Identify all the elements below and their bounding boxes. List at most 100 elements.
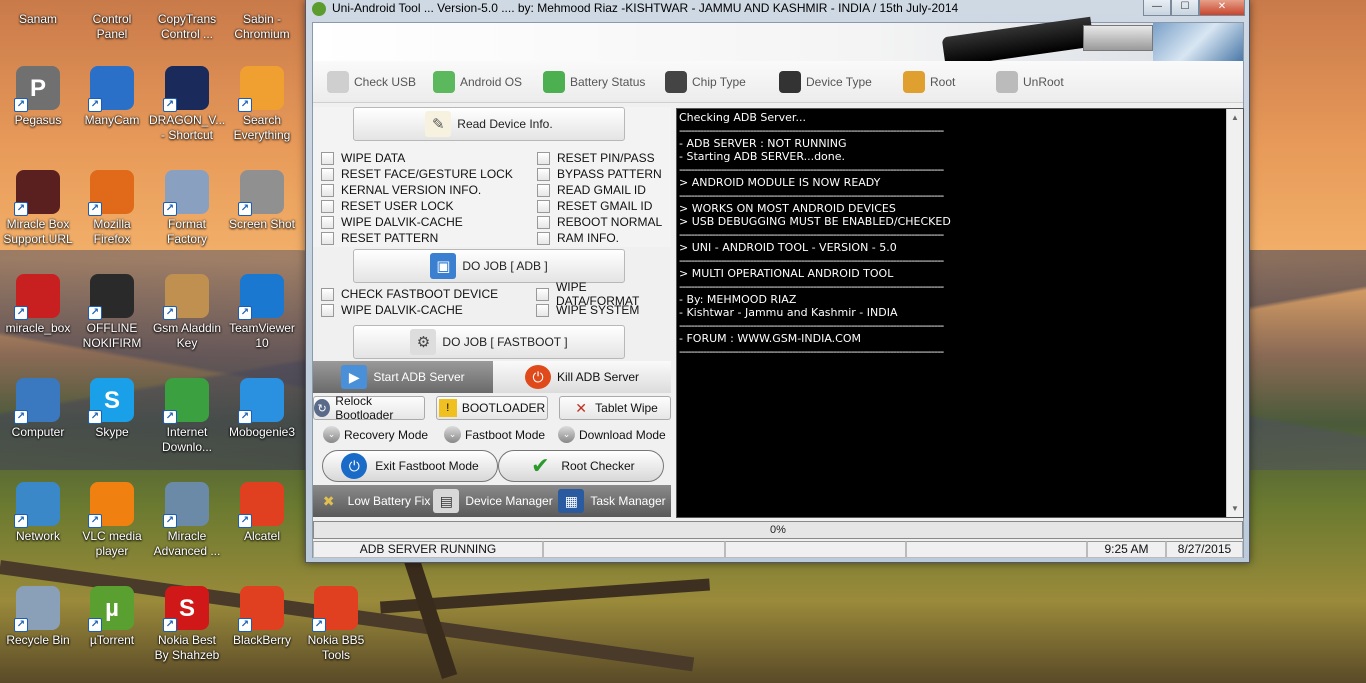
fastboot-mode-button[interactable]: ⌄ Fastboot Mode [444,426,545,443]
task-manager-button[interactable]: ▦ Task Manager [553,485,671,517]
desktop-icon-gsm-aladdin-key[interactable]: ↗ Gsm Aladdin Key [149,274,225,351]
checkbox[interactable] [537,215,550,229]
root-checker-button[interactable]: ✔ Root Checker [498,450,664,482]
checkbox[interactable] [321,287,334,301]
title-bar[interactable]: Uni-Android Tool ... Version-5.0 .... by… [306,0,1249,20]
checkbox[interactable] [321,183,334,197]
desktop-icon-mozilla-firefox[interactable]: ↗ Mozilla Firefox [74,170,150,247]
checkbox[interactable] [321,199,334,213]
start-adb-server-button[interactable]: ▶ Start ADB Server [313,361,493,393]
option-read-gmail-id[interactable]: READ GMAIL ID [537,182,646,198]
desktop-icon-teamviewer-10[interactable]: ↗ TeamViewer 10 [224,274,300,351]
option-reboot-normal[interactable]: REBOOT NORMAL [537,214,662,230]
option-reset-face-gesture-lock[interactable]: RESET FACE/GESTURE LOCK [321,166,513,182]
scroll-up-icon[interactable]: ▲ [1227,109,1243,126]
option-wipe-data-format[interactable]: WIPE DATA/FORMAT [536,280,673,308]
usb-plug-image [1083,25,1153,51]
option-wipe-data[interactable]: WIPE DATA [321,150,405,166]
checkbox[interactable] [321,151,334,165]
desktop-icon-manycam[interactable]: ↗ ManyCam [74,66,150,128]
checkbox[interactable] [536,287,549,301]
desktop-icon-sanam[interactable]: Sanam [0,0,76,27]
desktop-icon-network[interactable]: ↗ Network [0,482,76,544]
do-job-fastboot-button[interactable]: ⚙ DO JOB [ FASTBOOT ] [353,325,625,359]
option-reset-gmail-id[interactable]: RESET GMAIL ID [537,198,652,214]
toolbar-device-type-button[interactable]: Device Type [779,67,872,97]
tablet-wipe-button[interactable]: ✕ Tablet Wipe [559,396,671,420]
option-kernal-version-info[interactable]: KERNAL VERSION INFO. [321,182,481,198]
desktop-icon-sabin-chromium[interactable]: Sabin - Chromium [224,0,300,42]
toolbar-chip-type-button[interactable]: Chip Type [665,67,746,97]
desktop-icon-control-panel[interactable]: Control Panel [74,0,150,42]
checkbox[interactable] [536,303,549,317]
toolbar-check-usb-button[interactable]: Check USB [327,67,416,97]
checkbox[interactable] [537,151,550,165]
checkbox[interactable] [537,167,550,181]
close-button[interactable]: ✕ [1199,0,1245,16]
bootloader-button[interactable]: ! BOOTLOADER [436,396,548,420]
desktop-icon-recycle-bin[interactable]: ↗ Recycle Bin [0,586,76,648]
low-battery-fix-button[interactable]: ✖ Low Battery Fix [313,485,433,517]
desktop-icon-alcatel[interactable]: ↗ Alcatel [224,482,300,544]
gears-icon: ⚙ [410,329,437,355]
desktop-icon-screen-shot[interactable]: ↗ Screen Shot [224,170,300,232]
scroll-down-icon[interactable]: ▼ [1227,500,1243,517]
option-wipe-dalvik-cache[interactable]: WIPE DALVIK-CACHE [321,214,463,230]
checkbox[interactable] [321,215,334,229]
option-reset-user-lock[interactable]: RESET USER LOCK [321,198,453,214]
do-job-adb-button[interactable]: ▣ DO JOB [ ADB ] [353,249,625,283]
toolbar-unroot-button[interactable]: UnRoot [996,67,1064,97]
option-bypass-pattern[interactable]: BYPASS PATTERN [537,166,662,182]
checkbox[interactable] [537,183,550,197]
checkbox[interactable] [537,231,550,245]
checkbox[interactable] [537,199,550,213]
option-ram-info[interactable]: RAM INFO. [537,230,619,246]
toolbar-android-os-button[interactable]: Android OS [433,67,522,97]
desktop-icon-pegasus[interactable]: P ↗ Pegasus [0,66,76,128]
progress-label: 0% [770,524,786,536]
device-manager-button[interactable]: ▤ Device Manager [433,485,553,517]
offline-nokifirm-icon: ↗ [88,274,134,320]
toolbar-root-button[interactable]: Root [903,67,955,97]
log-console[interactable]: Checking ADB Server... ------------------… [676,108,1244,518]
maximize-button[interactable]: ☐ [1171,0,1199,16]
desktop-icon-offline-nokifirm[interactable]: ↗ OFFLINE NOKIFIRM [74,274,150,351]
desktop-icon-miracle-box[interactable]: ↗ miracle_box [0,274,76,336]
desktop-icon-computer[interactable]: ↗ Computer [0,378,76,440]
download-mode-button[interactable]: ⌄ Download Mode [558,426,666,443]
desktop-icon-mobogenie3[interactable]: ↗ Mobogenie3 [224,378,300,440]
desktop-icon-nokia-best-by-shahzeb[interactable]: S ↗ Nokia Best By Shahzeb [149,586,225,663]
exit-fastboot-mode-button[interactable]: ⏻ Exit Fastboot Mode [322,450,498,482]
checkbox[interactable] [321,167,334,181]
desktop-icon-nokia-bb5-tools[interactable]: ↗ Nokia BB5 Tools [298,586,374,663]
desktop-icon-skype[interactable]: S ↗ Skype [74,378,150,440]
desktop-icon-miracle-advanced[interactable]: ↗ Miracle Advanced ... [149,482,225,559]
desktop-icon-search-everything[interactable]: ↗ Search Everything [224,66,300,143]
checkbox[interactable] [321,231,334,245]
option-label: RESET PIN/PASS [557,151,655,165]
option-wipe-dalvik-cache[interactable]: WIPE DALVIK-CACHE [321,302,463,318]
desktop-icon-format-factory[interactable]: ↗ Format Factory [149,170,225,247]
minimize-button[interactable]: — [1143,0,1171,16]
desktop-icon-blackberry[interactable]: ↗ BlackBerry [224,586,300,648]
desktop-icon-miracle-box-support-url[interactable]: ↗ Miracle Box Support.URL [0,170,76,247]
desktop-icon-torrent[interactable]: µ ↗ µTorrent [74,586,150,648]
desktop-icon-dragon-v-shortcut[interactable]: ↗ DRAGON_V... - Shortcut [149,66,225,143]
option-wipe-system[interactable]: WIPE SYSTEM [536,302,639,318]
toolbar-battery-status-button[interactable]: Battery Status [543,67,645,97]
relock-bootloader-button[interactable]: ↻ Relock Bootloader [313,394,425,422]
desktop-icon-internet-downlo[interactable]: ↗ Internet Downlo... [149,378,225,455]
log-separator: ----------------------------------------… [679,319,944,332]
toolbar-label: UnRoot [1023,75,1064,89]
recovery-mode-button[interactable]: ⌄ Recovery Mode [323,426,428,443]
desktop-icon-label: Network [15,529,60,543]
console-scrollbar[interactable]: ▲ ▼ [1226,109,1243,517]
option-reset-pattern[interactable]: RESET PATTERN [321,230,438,246]
option-reset-pin-pass[interactable]: RESET PIN/PASS [537,150,655,166]
checkbox[interactable] [321,303,334,317]
desktop-icon-vlc-media-player[interactable]: ↗ VLC media player [74,482,150,559]
kill-adb-server-button[interactable]: ⏻ Kill ADB Server [493,361,671,393]
option-check-fastboot-device[interactable]: CHECK FASTBOOT DEVICE [321,286,498,302]
read-device-info-button[interactable]: ✎ Read Device Info. [353,107,625,141]
desktop-icon-copytrans-control[interactable]: CopyTrans Control ... [149,0,225,42]
